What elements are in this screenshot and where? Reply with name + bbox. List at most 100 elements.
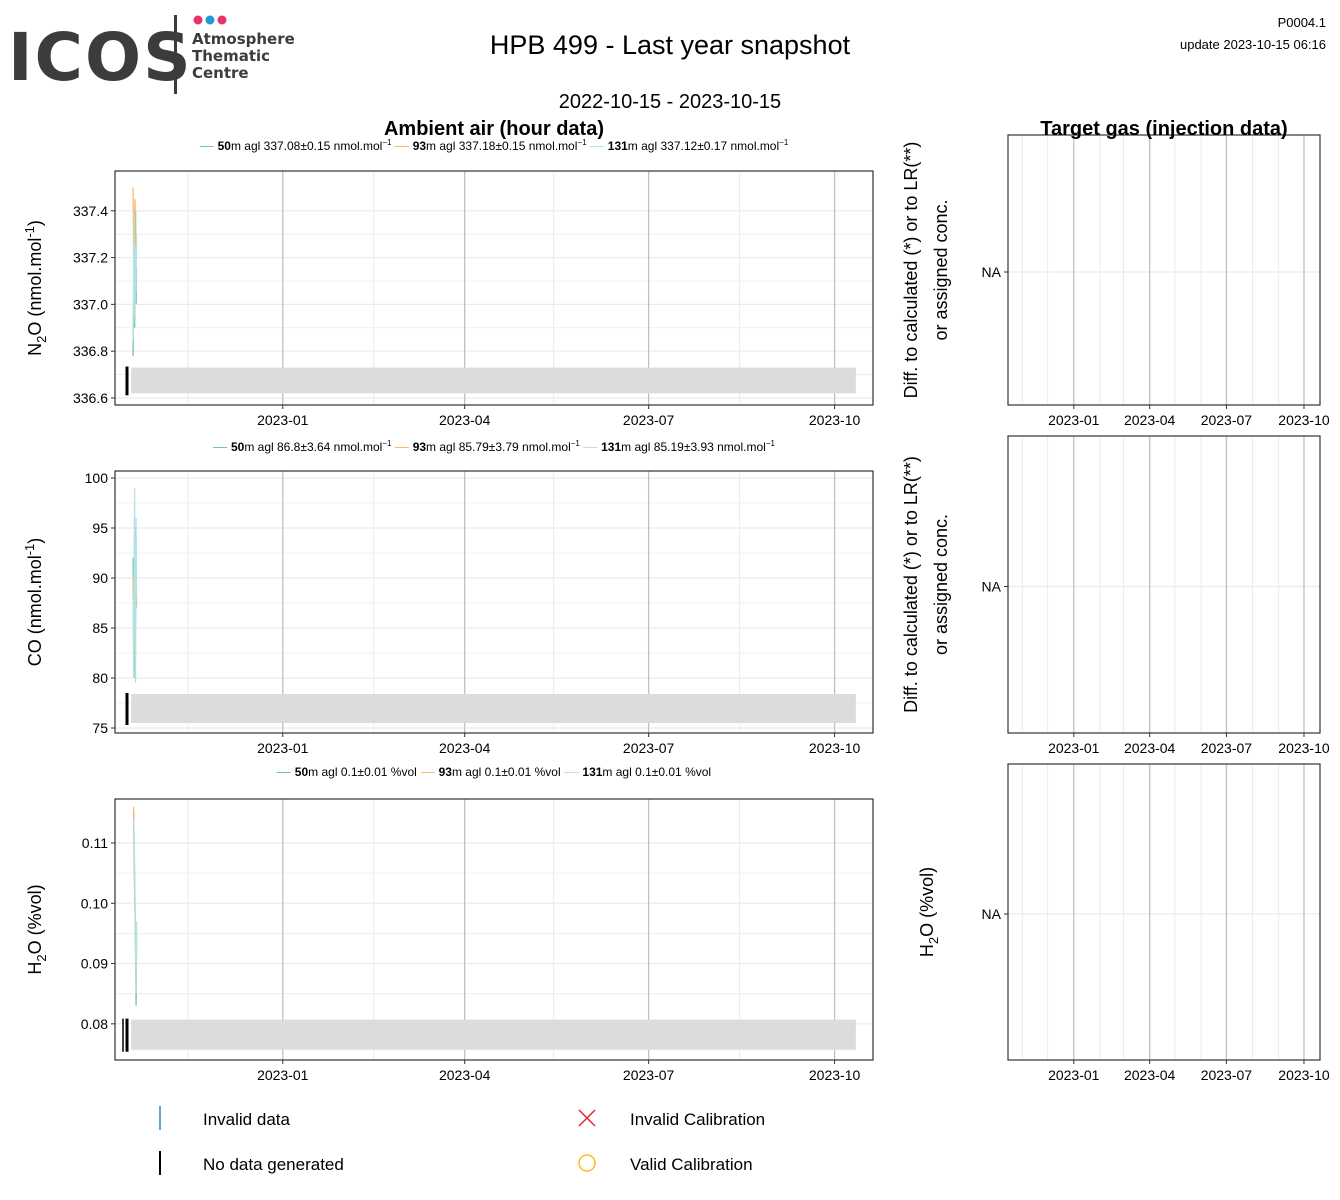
x-tick-label: 2023-01 [257, 740, 309, 756]
target-x-tick-label: 2023-07 [1201, 1067, 1253, 1083]
legend-text: m agl 85.79 [426, 440, 489, 454]
y-tick-label: 100 [85, 470, 109, 486]
y-axis-label-part: O (%vol) [25, 884, 45, 954]
x-tick-label: 2023-04 [439, 412, 491, 428]
target-plot-area [1008, 764, 1320, 1060]
target-x-tick-label: 2023-04 [1124, 1067, 1176, 1083]
target-panel-h2o: NA 2023-01 2023-04 2023-07 2023-10 H2O (%vol) [917, 763, 1330, 1083]
legend-key: — [583, 438, 601, 454]
update-timestamp: update 2023-10-15 06:16 [1180, 37, 1326, 52]
data-gap-band [131, 367, 856, 394]
target-x-tick-label: 2023-01 [1048, 412, 1100, 428]
y-tick-label: 80 [92, 670, 108, 686]
y-tick-label: 75 [92, 720, 108, 736]
icos-logo: ICOS Atmosphere Thematic Centre [8, 15, 295, 96]
target-x-tick-label: 2023-01 [1048, 740, 1100, 756]
legend-text: 131 [601, 440, 621, 454]
target-na-label: NA [982, 579, 1002, 595]
y-tick-label: 0.08 [81, 1016, 108, 1032]
y-axis-label: N2O (nmol.mol-1) [22, 220, 49, 356]
target-x-tick-label: 2023-01 [1048, 1067, 1100, 1083]
legend-text: 0.15 nmol.mol [307, 139, 382, 153]
series-legend: — 50m agl 86.8±3.64 nmol.mol−1 — 93m agl… [213, 438, 775, 454]
target-x-tick-label: 2023-10 [1278, 1067, 1330, 1083]
legend-text: 3.64 nmol.mol [307, 440, 382, 454]
y-tick-label: 337.2 [73, 250, 108, 266]
ambient-air-title: Ambient air (hour data) [384, 118, 604, 140]
legend-key: — [590, 137, 608, 153]
target-panel-n2o: NA 2023-01 2023-04 2023-07 2023-10 Diff. to c… [901, 134, 1330, 428]
report-code: P0004.1 [1278, 15, 1326, 30]
target-plot-area [1008, 436, 1320, 733]
legend-text: 50 [218, 139, 232, 153]
target-y-label-line-2: or assigned conc. [931, 199, 951, 340]
logo-brand: ICOS [8, 19, 193, 96]
legend-text: 0.15 nmol.mol [502, 139, 577, 153]
legend-key: — [395, 438, 413, 454]
panel-co: 75 80 85 90 95 100 2023-01 2023-04 2023-07 2023-1… [22, 438, 874, 756]
y-tick-label: 85 [92, 620, 108, 636]
target-y-label-line-1: Diff. to calculated (*) or to LR(**) [901, 456, 921, 713]
panels: 336.6 336.8 337.0 337.2 337.4 2023-01 2023-04 2… [22, 134, 1330, 1083]
legend-text: 3.79 nmol.mol [495, 440, 570, 454]
legend-text: 93 [413, 139, 427, 153]
legend-key: — [213, 438, 231, 454]
legend-text: m agl 337.12 [628, 139, 698, 153]
target-panel-co: NA 2023-01 2023-04 2023-07 2023-10 Diff. to c… [901, 435, 1330, 756]
legend-text: m agl 0.1 [452, 765, 502, 779]
legend-text: 0.01 %vol [508, 765, 561, 779]
y-axis-label-part: ) [25, 220, 45, 226]
y-tick-label: 90 [92, 570, 108, 586]
y-tick-label: 336.8 [73, 343, 108, 359]
valid-calibration-label: Valid Calibration [630, 1155, 753, 1174]
x-tick-label: 2023-04 [439, 1067, 491, 1083]
bottom-legend: Invalid data No data generated Invalid C… [159, 1106, 765, 1175]
target-y-label-part: H [917, 944, 937, 957]
x-tick-label: 2023-10 [809, 1067, 861, 1083]
legend-text: 50 [231, 440, 245, 454]
legend-key: — [200, 137, 218, 153]
legend-text: m agl 337.18 [426, 139, 496, 153]
snapshot-figure: ICOS Atmosphere Thematic Centre HPB 499 … [8, 15, 1330, 1175]
logo-dot-3 [217, 15, 227, 25]
legend-text: 93 [439, 765, 453, 779]
series-legend: — 50m agl 337.08±0.15 nmol.mol−1 — 93m a… [200, 137, 789, 153]
target-y-label-part: 2 [926, 937, 941, 944]
x-tick-label: 2023-07 [623, 740, 675, 756]
y-axis-label-part: O (nmol.mol [25, 238, 45, 336]
y-axis-label: H2O (%vol) [25, 884, 49, 974]
y-tick-label: 95 [92, 520, 108, 536]
target-x-tick-label: 2023-07 [1201, 412, 1253, 428]
y-tick-label: 0.09 [81, 956, 108, 972]
y-axis-label-part: H [25, 962, 45, 975]
x-tick-label: 2023-01 [257, 1067, 309, 1083]
invalid-calibration-cross-icon [578, 1109, 596, 1127]
data-gap-band [131, 1019, 856, 1050]
logo-subtitle-3: Centre [192, 64, 249, 82]
legend-superscript: −1 [766, 439, 776, 448]
series-legend: — 50m agl 0.1±0.01 %vol — 93m agl 0.1±0.… [277, 763, 711, 779]
logo-subtitle-2: Thematic [192, 47, 270, 65]
legend-text: 93 [413, 440, 427, 454]
target-x-tick-label: 2023-04 [1124, 740, 1176, 756]
y-axis-label-part: -1 [22, 544, 37, 556]
legend-text: m agl 337.08 [231, 139, 301, 153]
x-tick-label: 2023-10 [809, 740, 861, 756]
target-x-tick-label: 2023-04 [1124, 412, 1176, 428]
x-tick-label: 2023-04 [439, 740, 491, 756]
y-axis-label-part: -1 [22, 226, 37, 238]
logo-divider [174, 15, 177, 94]
target-x-tick-label: 2023-10 [1278, 740, 1330, 756]
y-axis-label-part: 2 [34, 336, 49, 343]
invalid-calibration-label: Invalid Calibration [630, 1110, 765, 1129]
logo-dot-1 [193, 15, 203, 25]
legend-text: m agl 85.19 [621, 440, 684, 454]
legend-key: — [277, 763, 295, 779]
y-axis-label-part: 2 [34, 954, 49, 961]
plot-area [115, 471, 873, 733]
page-title: HPB 499 - Last year snapshot [490, 30, 851, 60]
target-y-label-line-2: or assigned conc. [931, 514, 951, 655]
no-data-label: No data generated [203, 1155, 344, 1174]
target-x-tick-label: 2023-07 [1201, 740, 1253, 756]
legend-text: m agl 0.1 [602, 765, 652, 779]
